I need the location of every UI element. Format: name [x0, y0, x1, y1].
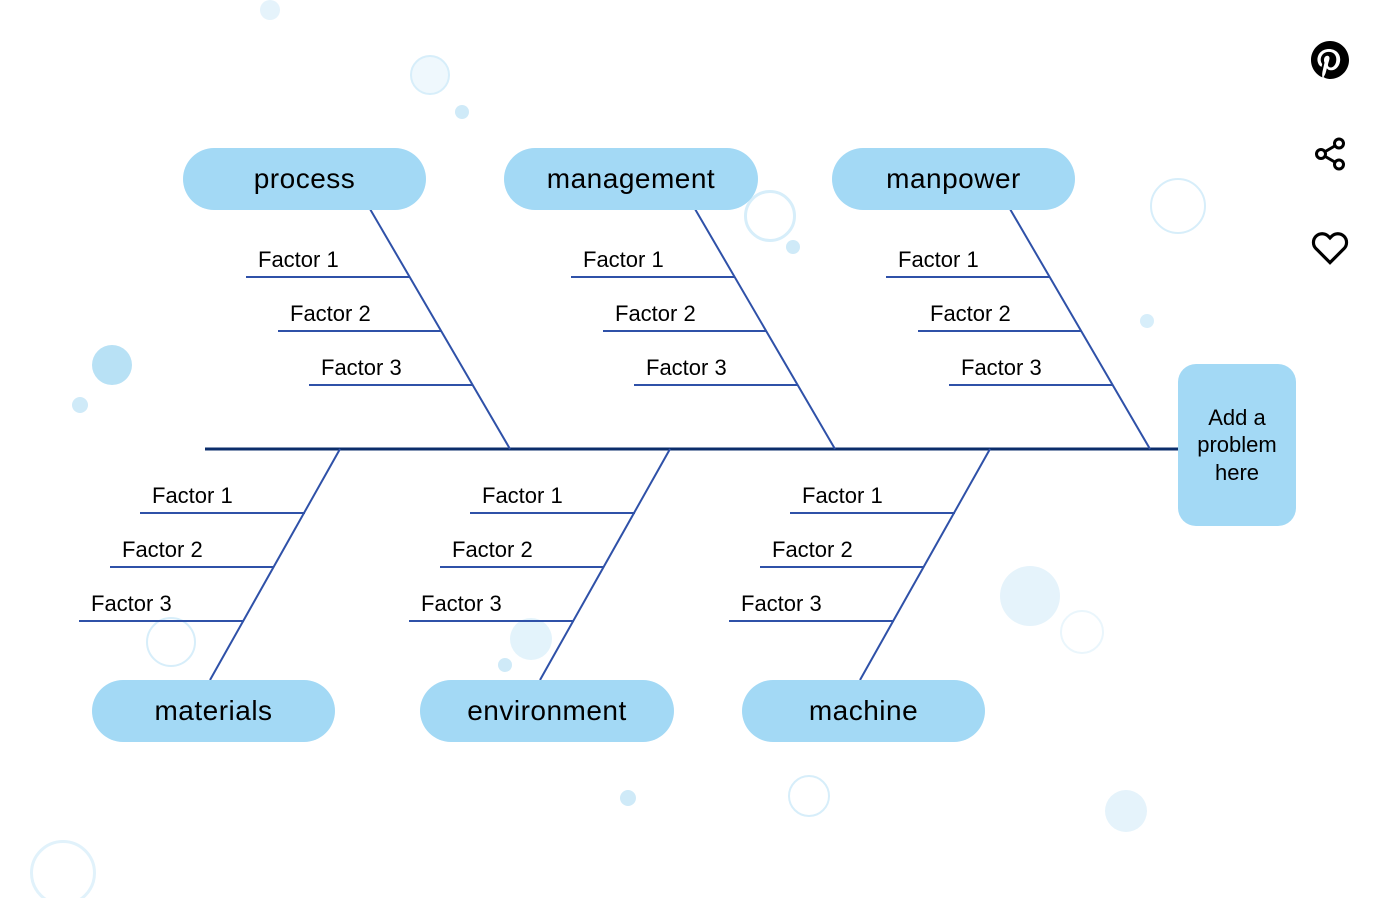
- category-label: manpower: [886, 163, 1021, 195]
- problem-head[interactable]: Add a problem here: [1178, 364, 1296, 526]
- category-management[interactable]: management: [504, 148, 758, 210]
- category-label: machine: [809, 695, 918, 727]
- factor-label[interactable]: Factor 3: [741, 591, 822, 617]
- side-actions: [1310, 40, 1350, 268]
- factor-label[interactable]: Factor 3: [321, 355, 402, 381]
- category-process[interactable]: process: [183, 148, 426, 210]
- factor-label[interactable]: Factor 3: [961, 355, 1042, 381]
- factor-label[interactable]: Factor 2: [772, 537, 853, 563]
- category-label: environment: [467, 695, 627, 727]
- factor-label[interactable]: Factor 1: [583, 247, 664, 273]
- factor-label[interactable]: Factor 1: [258, 247, 339, 273]
- factor-label[interactable]: Factor 1: [482, 483, 563, 509]
- diagram-canvas: process management manpower materials en…: [0, 0, 1400, 898]
- factor-label[interactable]: Factor 2: [122, 537, 203, 563]
- factor-label[interactable]: Factor 1: [898, 247, 979, 273]
- factor-label[interactable]: Factor 1: [152, 483, 233, 509]
- pinterest-icon[interactable]: [1310, 40, 1350, 80]
- factor-label[interactable]: Factor 2: [290, 301, 371, 327]
- heart-icon[interactable]: [1310, 228, 1350, 268]
- share-icon[interactable]: [1310, 134, 1350, 174]
- factor-label[interactable]: Factor 2: [452, 537, 533, 563]
- factor-label[interactable]: Factor 3: [646, 355, 727, 381]
- category-manpower[interactable]: manpower: [832, 148, 1075, 210]
- factor-label[interactable]: Factor 2: [615, 301, 696, 327]
- category-materials[interactable]: materials: [92, 680, 335, 742]
- factor-label[interactable]: Factor 2: [930, 301, 1011, 327]
- category-label: materials: [154, 695, 272, 727]
- problem-text: Add a problem here: [1192, 404, 1282, 487]
- category-label: process: [254, 163, 356, 195]
- category-machine[interactable]: machine: [742, 680, 985, 742]
- category-environment[interactable]: environment: [420, 680, 674, 742]
- factor-label[interactable]: Factor 3: [91, 591, 172, 617]
- factor-label[interactable]: Factor 3: [421, 591, 502, 617]
- category-label: management: [547, 163, 715, 195]
- factor-label[interactable]: Factor 1: [802, 483, 883, 509]
